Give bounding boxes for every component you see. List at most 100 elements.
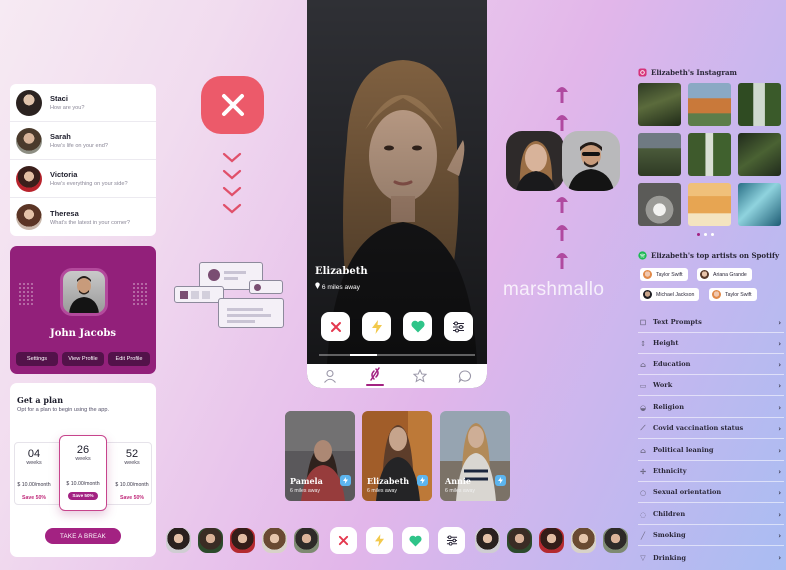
pref-label: Sexual orientation xyxy=(653,488,722,496)
pref-work[interactable]: ▭ Work › xyxy=(638,375,784,396)
close-icon xyxy=(330,321,341,332)
syringe-icon: ⟋ xyxy=(640,423,646,432)
chevron-right-icon: › xyxy=(778,359,781,369)
avatar[interactable] xyxy=(166,528,191,553)
avatar[interactable] xyxy=(262,528,287,553)
boost-button[interactable] xyxy=(362,312,391,341)
filter-button[interactable] xyxy=(444,312,473,341)
instagram-photo[interactable] xyxy=(738,183,781,226)
chevron-down-icon xyxy=(222,186,242,197)
plan-option-52-weeks[interactable]: 52 weeks $ 10.00/month Save 50% xyxy=(112,442,152,505)
view-profile-button[interactable]: View Profile xyxy=(62,352,104,366)
location-pin-icon xyxy=(315,282,320,289)
speech-icon: ☐ xyxy=(639,317,647,327)
person-icon[interactable] xyxy=(323,369,337,383)
instagram-photo[interactable] xyxy=(688,183,731,226)
profile-card-annie[interactable]: Annie 6 miles away xyxy=(440,411,510,501)
close-icon xyxy=(338,535,349,546)
pref-education[interactable]: ⌂ Education › xyxy=(638,354,784,375)
pref-sexual-orientation[interactable]: ○ Sexual orientation › xyxy=(638,482,784,503)
chat-item-sarah[interactable]: Sarah How's life on your end? xyxy=(10,122,156,160)
avatar[interactable] xyxy=(294,528,319,553)
avatar[interactable] xyxy=(475,528,500,553)
distance-text: 6 miles away xyxy=(290,488,320,494)
edit-profile-button[interactable]: Edit Profile xyxy=(108,352,150,366)
instagram-photo[interactable] xyxy=(638,183,681,226)
institution-icon: ⌂ xyxy=(640,445,646,455)
avatar[interactable] xyxy=(507,528,532,553)
chevron-right-icon: › xyxy=(778,530,781,540)
pref-drinking[interactable]: ▽ Drinking › xyxy=(638,547,784,568)
avatar[interactable] xyxy=(571,528,596,553)
decorative-dots xyxy=(132,282,148,306)
boost-button[interactable] xyxy=(417,475,428,486)
boost-button[interactable] xyxy=(495,475,506,486)
plan-option-4-weeks[interactable]: 04 weeks $ 10.00/month Save 50% xyxy=(14,442,54,505)
chat-item-staci[interactable]: Staci How are you? xyxy=(10,84,156,122)
instagram-photo[interactable] xyxy=(738,83,781,126)
plan-save-badge: Save 50% xyxy=(68,492,98,500)
profile-name: Pamela xyxy=(290,476,323,486)
spotify-header: Elizabeth's top artists on Spotify xyxy=(638,251,779,260)
chat-item-victoria[interactable]: Victoria How's everything on your side? xyxy=(10,160,156,198)
instagram-photo[interactable] xyxy=(638,133,681,176)
pref-covid-vaccination-status[interactable]: ⟋ Covid vaccination status › xyxy=(638,418,784,439)
like-button[interactable] xyxy=(402,527,429,554)
star-icon[interactable] xyxy=(412,369,427,383)
profile-name: Elizabeth xyxy=(315,266,368,277)
avatar[interactable] xyxy=(603,528,628,553)
tab-discover[interactable] xyxy=(365,366,384,386)
filter-button[interactable] xyxy=(438,527,465,554)
bolt-icon xyxy=(375,534,384,547)
avatar[interactable] xyxy=(230,528,255,553)
page-dot[interactable] xyxy=(704,233,707,236)
dislike-tile xyxy=(201,76,264,134)
wireframe-card xyxy=(174,286,224,303)
instagram-photo[interactable] xyxy=(738,133,781,176)
dislike-button[interactable] xyxy=(330,527,357,554)
chat-item-theresa[interactable]: Theresa What's the latest in your corner… xyxy=(10,198,156,236)
pref-children[interactable]: ◌ Children › xyxy=(638,504,784,525)
artist-chip[interactable]: Taylor Swift xyxy=(640,268,688,281)
heart-icon xyxy=(410,320,425,333)
pref-height[interactable]: ↕ Height › xyxy=(638,333,784,354)
take-a-break-button[interactable]: TAKE A BREAK xyxy=(45,528,121,544)
pref-religion[interactable]: ◒ Religion › xyxy=(638,397,784,418)
boost-button[interactable] xyxy=(366,527,393,554)
chat-icon[interactable] xyxy=(458,369,472,383)
artist-chip[interactable]: Taylor Swift xyxy=(709,288,757,301)
pref-smoking[interactable]: ╱ Smoking › xyxy=(638,525,784,546)
profile-card-elizabeth[interactable]: Elizabeth 6 miles away xyxy=(362,411,432,501)
avatar[interactable] xyxy=(198,528,223,553)
instagram-photo[interactable] xyxy=(688,133,731,176)
page-dot-active[interactable] xyxy=(697,233,700,236)
instagram-photo[interactable] xyxy=(638,83,681,126)
artist-chip[interactable]: Ariana Grande xyxy=(697,268,752,281)
pref-ethnicity[interactable]: ✢ Ethnicity › xyxy=(638,461,784,482)
profile-photo[interactable] xyxy=(307,0,487,364)
dislike-button[interactable] xyxy=(321,312,350,341)
avatar[interactable] xyxy=(539,528,564,553)
plan-option-26-weeks[interactable]: 26 weeks $ 10.00/month Save 50% xyxy=(59,435,107,511)
distance-text: 6 miles away xyxy=(445,488,475,494)
page-dot[interactable] xyxy=(711,233,714,236)
plan-price: $ 10.00/month xyxy=(66,481,100,487)
chevron-right-icon: › xyxy=(778,466,781,476)
pref-text-prompts[interactable]: ☐ Text Prompts › xyxy=(638,312,784,333)
artist-chip[interactable]: Michael Jackson xyxy=(640,288,700,301)
instagram-pagination xyxy=(697,233,714,236)
pref-label: Drinking xyxy=(653,553,686,562)
instagram-photo[interactable] xyxy=(688,83,731,126)
chevron-down-icon xyxy=(222,203,242,214)
like-button[interactable] xyxy=(403,312,432,341)
chat-message: How's life on your end? xyxy=(50,143,108,149)
settings-button[interactable]: Settings xyxy=(16,352,58,366)
chat-message: What's the latest in your corner? xyxy=(50,219,131,226)
pref-political-leaning[interactable]: ⌂ Political leaning › xyxy=(638,440,784,461)
profile-card-pamela[interactable]: Pamela 6 miles away xyxy=(285,411,355,501)
artist-name: Ariana Grande xyxy=(713,271,747,278)
boost-button[interactable] xyxy=(340,475,351,486)
close-icon xyxy=(221,94,244,116)
decorative-dots xyxy=(18,282,34,306)
chevron-right-icon: › xyxy=(778,402,781,412)
